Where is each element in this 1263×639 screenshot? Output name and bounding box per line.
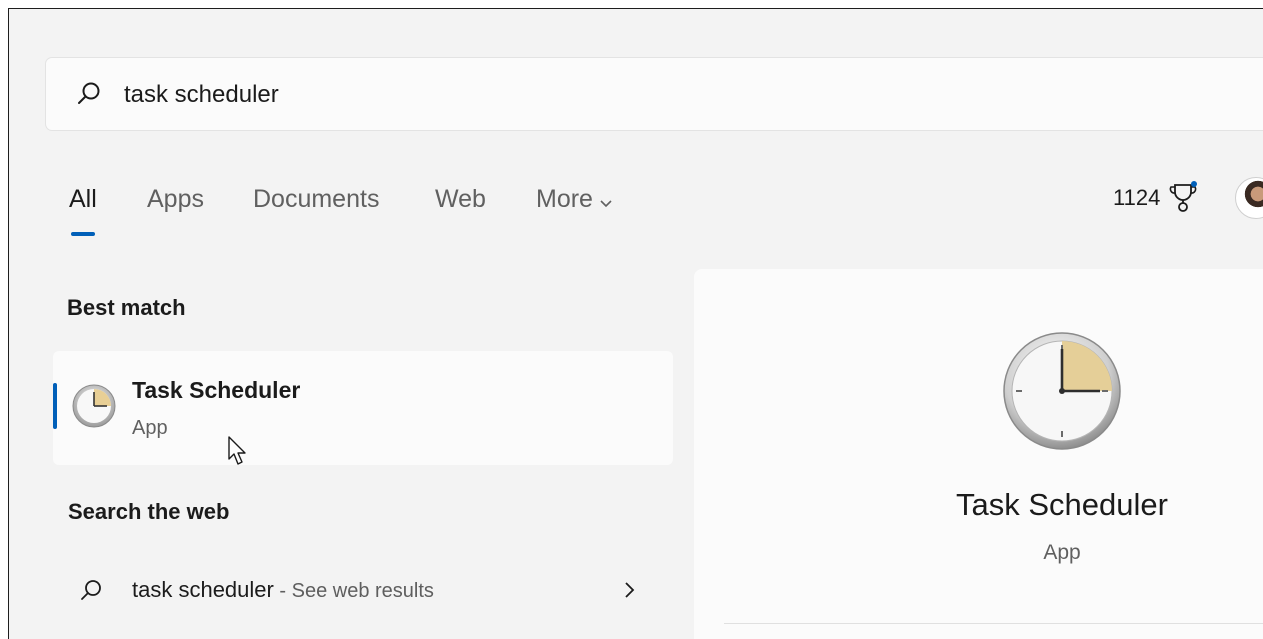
preview-divider bbox=[724, 623, 1263, 624]
search-input[interactable] bbox=[124, 76, 1024, 114]
search-web-heading: Search the web bbox=[68, 499, 230, 524]
search-icon bbox=[79, 579, 103, 608]
result-type: App bbox=[132, 417, 168, 439]
tab-more-label: More bbox=[536, 185, 593, 213]
tab-documents[interactable]: Documents bbox=[253, 185, 379, 214]
search-box[interactable] bbox=[45, 57, 1263, 131]
tab-apps[interactable]: Apps bbox=[147, 185, 204, 214]
rewards-points-value: 1124 bbox=[1113, 185, 1161, 210]
tab-more[interactable]: More bbox=[536, 185, 613, 215]
rewards-points[interactable]: 1124 bbox=[1113, 181, 1197, 212]
search-icon bbox=[76, 81, 102, 107]
best-match-result[interactable]: Task Scheduler App bbox=[53, 351, 673, 465]
preview-type: App bbox=[1043, 541, 1081, 564]
tab-web[interactable]: Web bbox=[435, 185, 486, 214]
web-query-text: task scheduler bbox=[132, 577, 274, 602]
chevron-right-icon bbox=[623, 581, 635, 604]
preview-title: Task Scheduler bbox=[956, 487, 1168, 522]
best-match-heading: Best match bbox=[67, 295, 186, 320]
rewards-trophy-icon bbox=[1169, 181, 1199, 221]
chevron-down-icon bbox=[599, 186, 613, 215]
web-results-hint: - See web results bbox=[273, 580, 434, 602]
selection-indicator bbox=[53, 383, 57, 429]
preview-pane: Task Scheduler App bbox=[694, 269, 1263, 639]
web-search-result[interactable]: task scheduler - See web results bbox=[53, 567, 673, 615]
task-scheduler-large-icon bbox=[1002, 331, 1122, 456]
mouse-cursor-icon bbox=[227, 435, 251, 472]
task-scheduler-icon bbox=[71, 383, 117, 434]
result-title: Task Scheduler bbox=[132, 377, 301, 403]
user-avatar[interactable] bbox=[1235, 177, 1263, 219]
tab-all[interactable]: All bbox=[69, 185, 97, 214]
search-panel: All Apps Documents Web More 1124 Best ma… bbox=[8, 8, 1263, 639]
active-tab-indicator bbox=[71, 232, 95, 236]
